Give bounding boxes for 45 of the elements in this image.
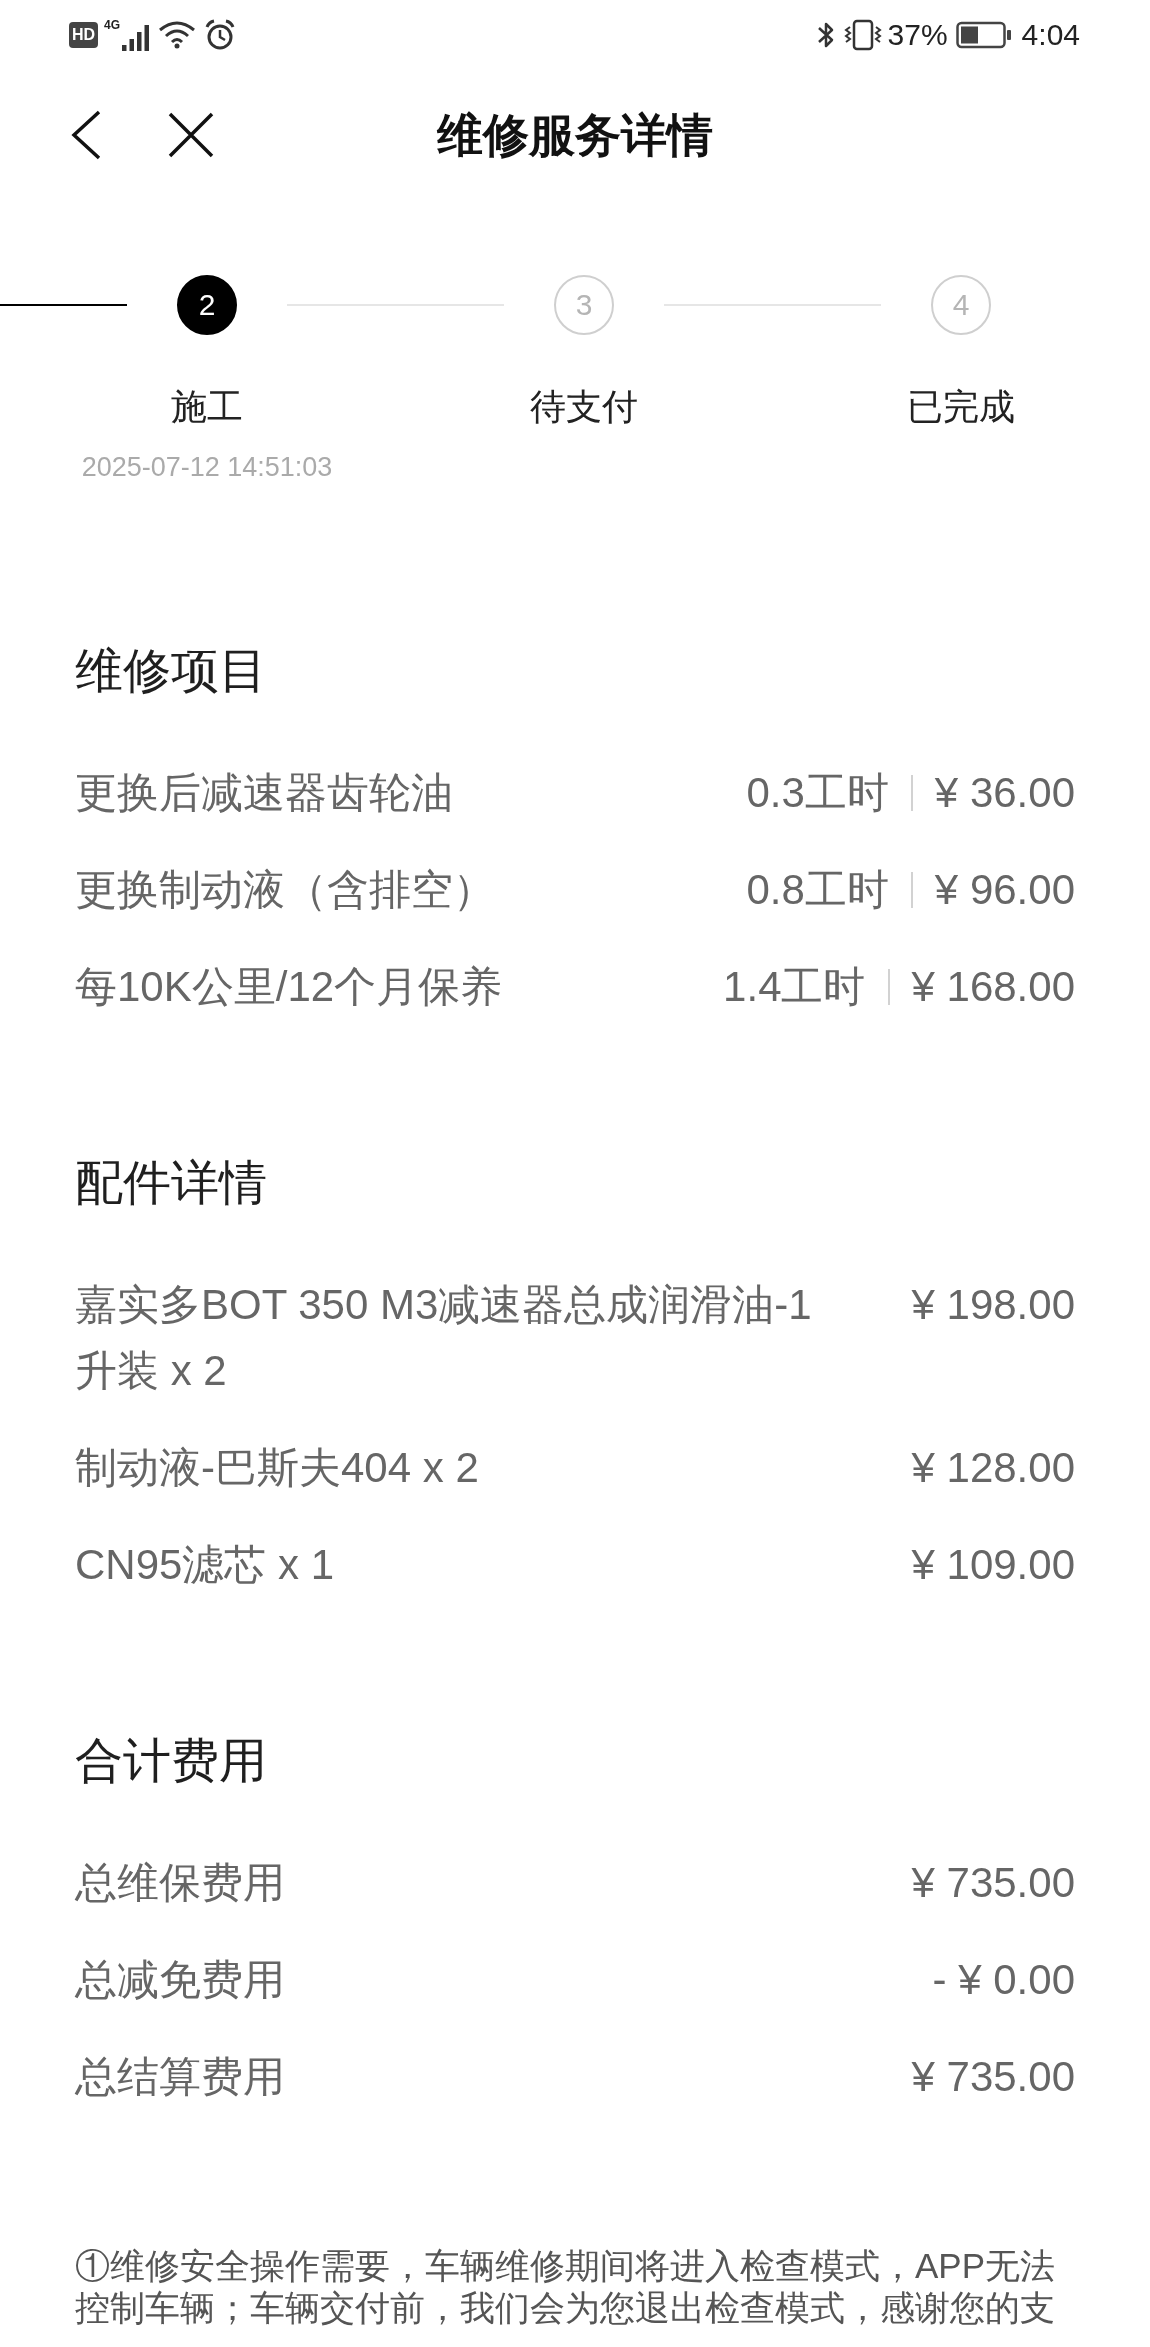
back-button[interactable] (70, 110, 102, 160)
part-price: ¥ 128.00 (911, 1442, 1075, 1493)
back-icon (70, 110, 102, 160)
hd-badge: HD (69, 22, 99, 48)
signal-bars-icon (122, 25, 151, 51)
step-indicator: 4 (931, 275, 991, 335)
part-name: 嘉实多BOT 350 M3减速器总成润滑油-1升装 x 2 (75, 1279, 813, 1396)
page-title: 维修服务详情 (437, 108, 713, 163)
fee-amount: ¥ 735.00 (911, 1857, 1075, 1908)
battery-icon (955, 21, 1012, 49)
labor-hours: 0.3工时 (746, 767, 889, 818)
battery-percent: 37% (887, 17, 948, 53)
part-price: ¥ 198.00 (911, 1279, 1075, 1330)
step-time: 2025-07-12 14:51:03 (81, 451, 333, 484)
network-label: 4G (104, 19, 121, 31)
part-price: ¥ 109.00 (911, 1539, 1075, 1590)
fee-label: 总减免费用 (75, 1954, 285, 2005)
fee-amount: - ¥ 0.00 (932, 1954, 1075, 2005)
section-title: 配件详情 (75, 1155, 268, 1211)
step-label: 已完成 (907, 385, 1015, 429)
wifi-icon (158, 21, 197, 49)
step-label: 施工 (171, 385, 243, 429)
part-name: 制动液-巴斯夫404 x 2 (75, 1442, 480, 1493)
item-name: 更换制动液（含排空） (75, 864, 495, 915)
item-name: 更换后减速器齿轮油 (75, 767, 453, 818)
step-indicator: 3 (554, 275, 614, 335)
part-name: CN95滤芯 x 1 (75, 1539, 336, 1590)
fee-label: 总结算费用 (75, 2051, 285, 2102)
step-indicator: 2 (177, 275, 237, 335)
item-name: 每10K公里/12个月保养 (75, 961, 503, 1012)
close-button[interactable] (168, 112, 214, 158)
labor-hours: 0.8工时 (746, 864, 889, 915)
item-price: ¥ 168.00 (911, 961, 1075, 1012)
clock-time: 4:04 (1021, 17, 1080, 53)
step-label: 待支付 (530, 385, 638, 429)
section-title: 合计费用 (75, 1733, 268, 1789)
fee-amount: ¥ 735.00 (911, 2051, 1075, 2102)
alarm-clock-icon (204, 19, 237, 51)
fee-label: 总维保费用 (75, 1857, 285, 1908)
close-icon (168, 112, 214, 158)
footnote-text: ①维修安全操作需要，车辆维修期间将进入检查模式，APP无法控制车辆；车辆交付前，我们会为您退出检查模式，感谢您的支 (75, 2245, 1057, 2329)
labor-hours: 1.4工时 (723, 961, 866, 1012)
item-price: ¥ 96.00 (934, 864, 1075, 915)
section-title: 维修项目 (75, 643, 268, 699)
item-price: ¥ 36.00 (934, 767, 1075, 818)
